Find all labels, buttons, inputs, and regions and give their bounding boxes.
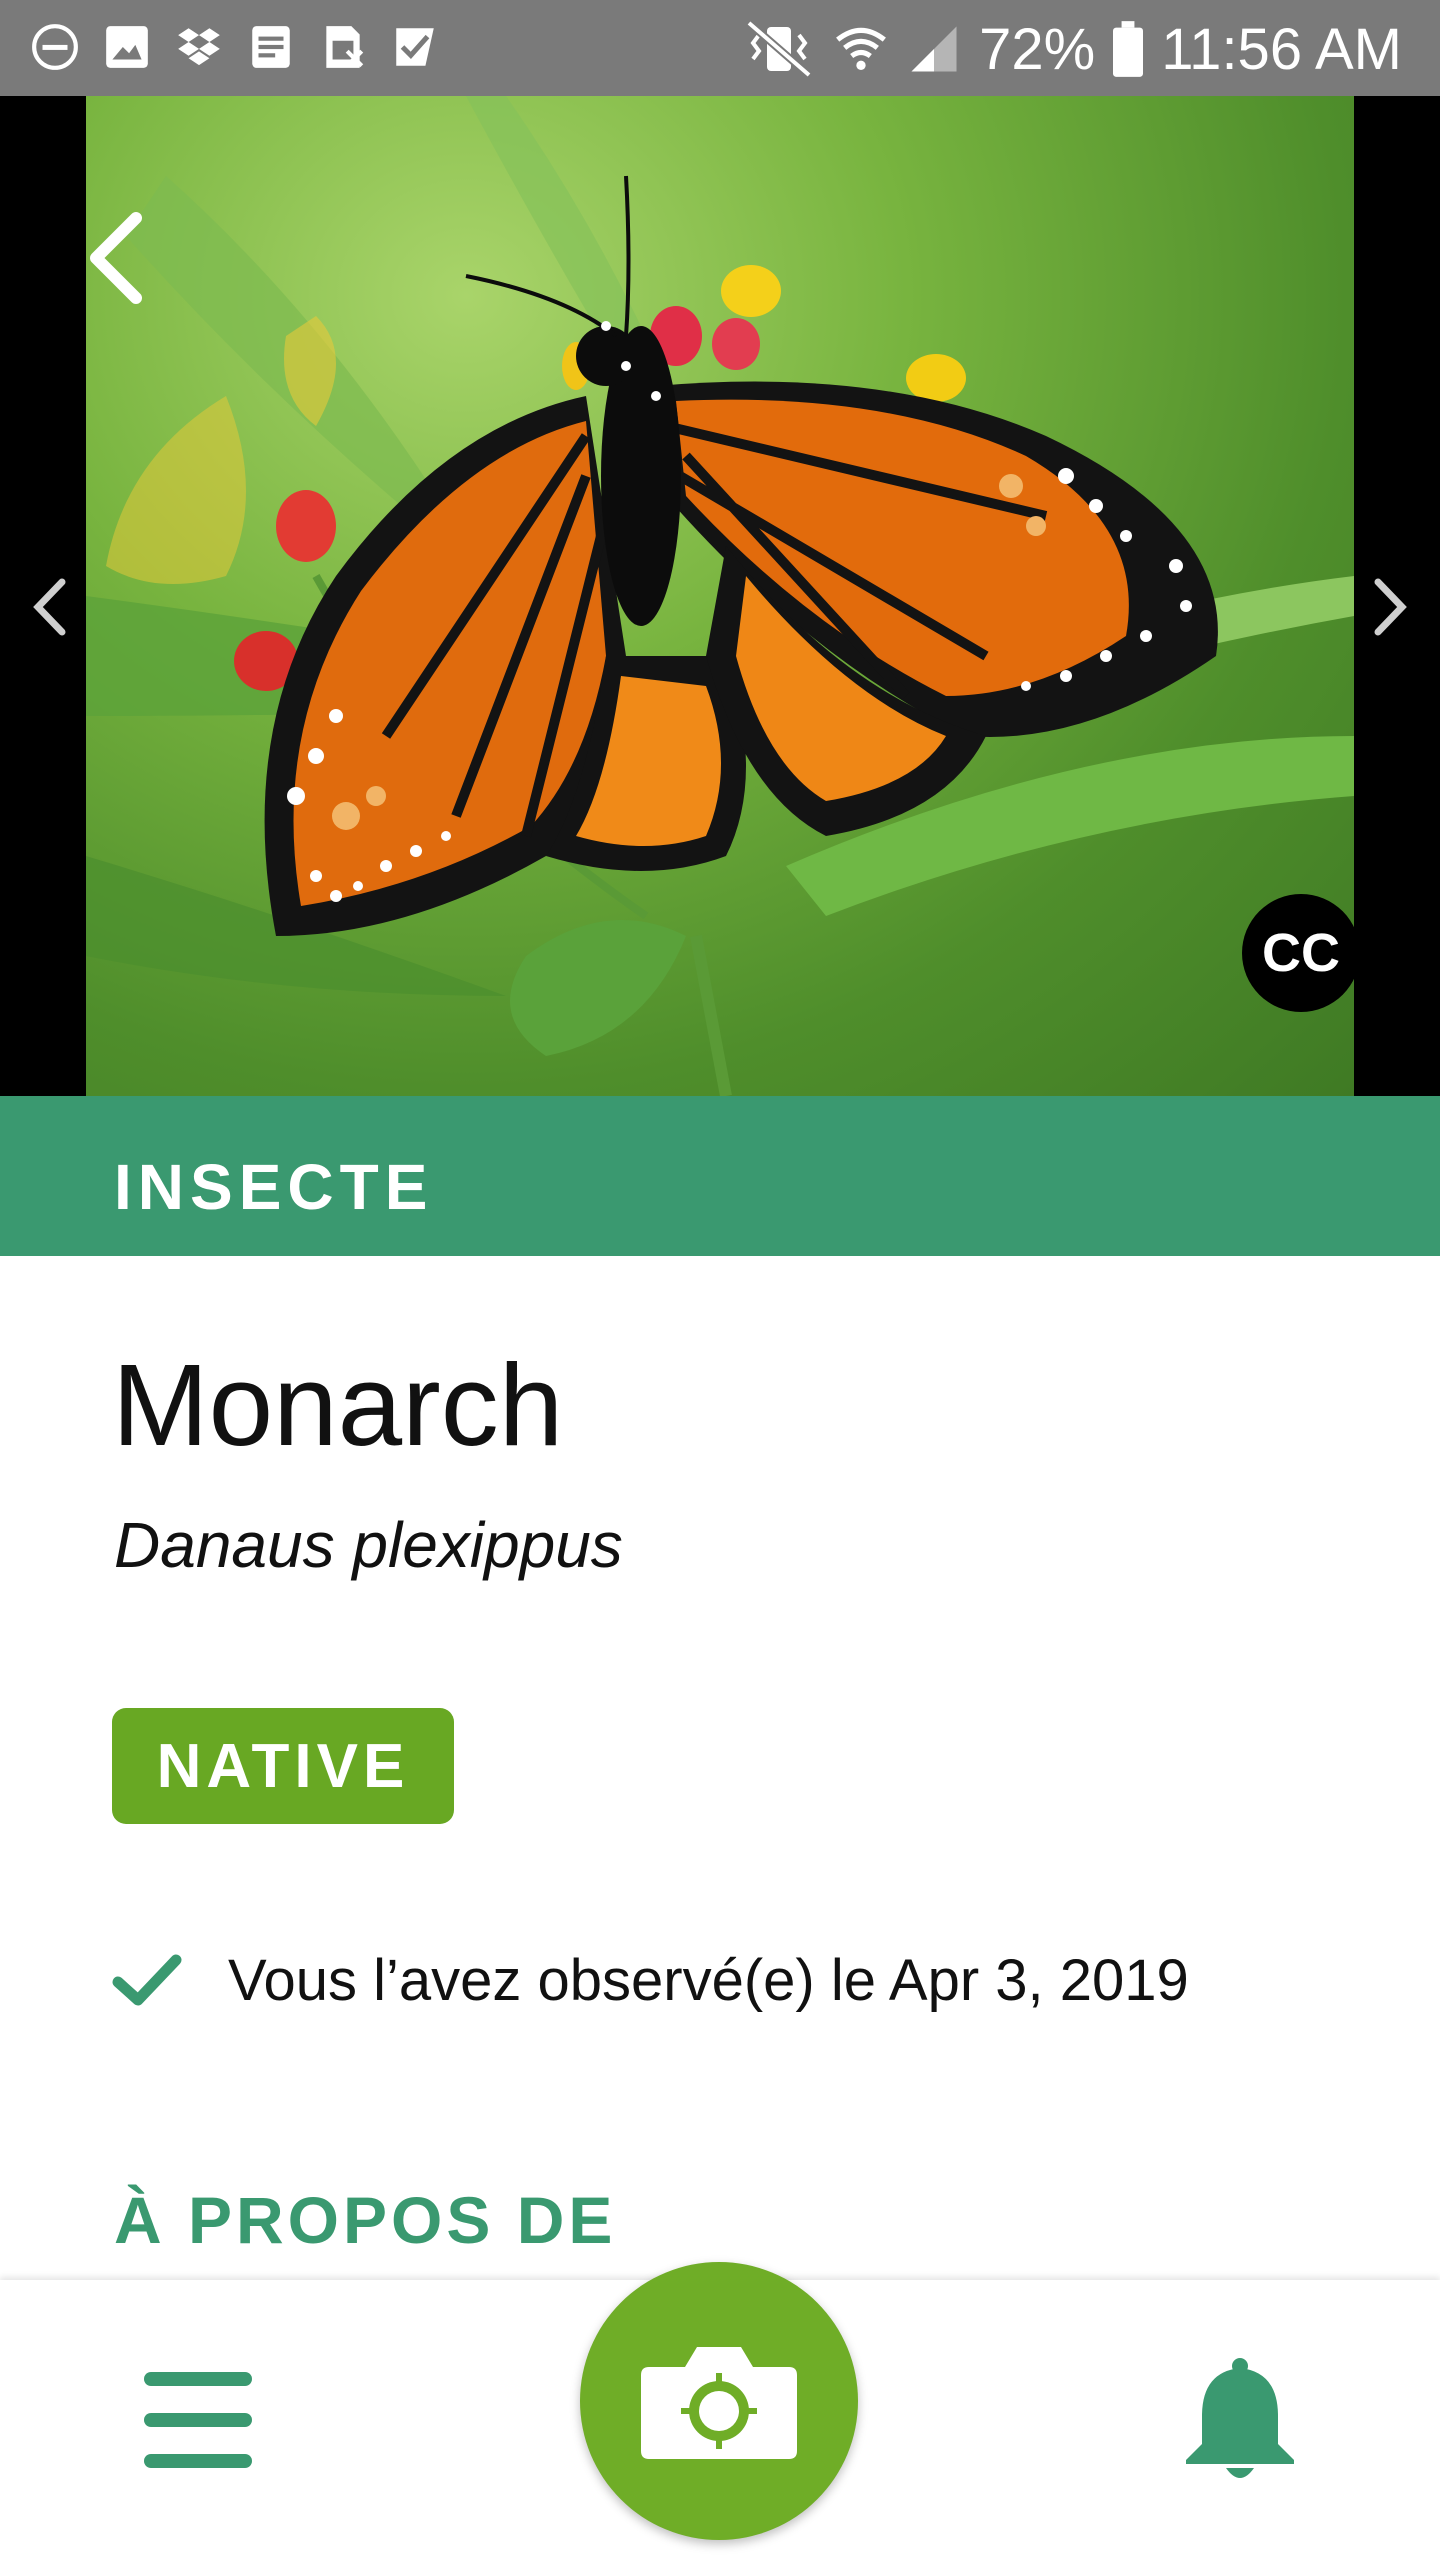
species-common-name: Monarch [112, 1340, 564, 1470]
wifi-icon [836, 27, 887, 70]
signal-icon [911, 26, 957, 72]
species-scientific-name: Danaus plexippus [114, 1509, 623, 1581]
status-bar: 72% 11:56 AM [0, 0, 1440, 96]
previous-photo-icon[interactable] [28, 574, 72, 640]
do-not-disturb-icon [32, 24, 78, 70]
observation-row: Vous l’avez observé(e) le Apr 3, 2019 [112, 1940, 1189, 2020]
status-right: 72% 11:56 AM [743, 14, 1402, 84]
back-arrow-icon[interactable] [80, 208, 150, 308]
observation-text: Vous l’avez observé(e) le Apr 3, 2019 [228, 1947, 1189, 2013]
about-section-heading: À PROPOS DE [114, 2183, 617, 2257]
sim-icon [326, 26, 364, 68]
checkmark-app-icon [396, 28, 434, 66]
clock: 11:56 AM [1161, 16, 1402, 82]
cc-license-badge[interactable]: CC [1242, 894, 1360, 1012]
native-status-badge: NATIVE [112, 1708, 454, 1824]
monarch-butterfly-photo [86, 96, 1354, 1096]
image-icon [106, 26, 148, 68]
category-band: INSECTE [0, 1096, 1440, 1256]
camera-icon [641, 2347, 797, 2459]
menu-icon[interactable] [140, 2368, 256, 2472]
checkmark-icon [112, 1954, 182, 2006]
bell-icon[interactable] [1178, 2356, 1302, 2484]
camera-button[interactable] [580, 2262, 858, 2540]
status-left-icons [30, 22, 440, 72]
next-photo-icon[interactable] [1368, 574, 1412, 640]
species-photo-viewer: CC [0, 96, 1440, 1096]
dropbox-icon [178, 28, 220, 66]
notes-icon [252, 26, 290, 68]
vibrate-icon [746, 21, 812, 77]
battery-icon [1113, 21, 1144, 77]
photo-illustration [86, 96, 1354, 1096]
battery-percent: 72% [979, 16, 1096, 82]
category-label: INSECTE [114, 1151, 434, 1223]
